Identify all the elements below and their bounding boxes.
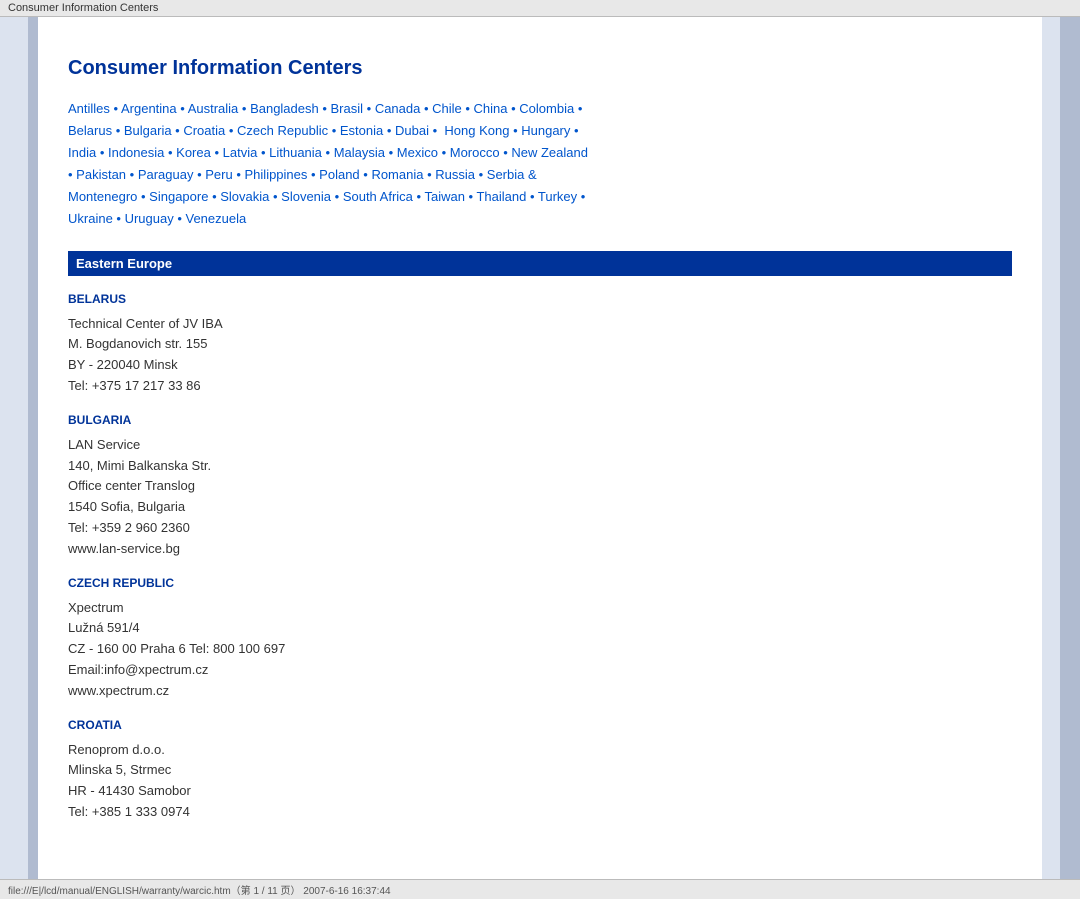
link-ukraine[interactable]: Ukraine: [68, 211, 113, 226]
link-croatia[interactable]: Croatia: [183, 123, 225, 138]
link-argentina[interactable]: Argentina: [121, 101, 177, 116]
link-estonia[interactable]: Estonia: [340, 123, 383, 138]
country-title-croatia: CROATIA: [68, 718, 1012, 732]
link-china[interactable]: China: [474, 101, 508, 116]
link-canada[interactable]: Canada: [375, 101, 421, 116]
link-chile[interactable]: Chile: [432, 101, 462, 116]
section-header: Eastern Europe: [68, 251, 1012, 276]
link-hong-kong[interactable]: Hong Kong: [444, 123, 509, 138]
link-india[interactable]: India: [68, 145, 96, 160]
right-sidebar-inner1: [1042, 17, 1060, 879]
link-morocco[interactable]: Morocco: [450, 145, 500, 160]
link-uruguay[interactable]: Uruguay: [125, 211, 174, 226]
link-singapore[interactable]: Singapore: [149, 189, 208, 204]
page-title: Consumer Information Centers: [68, 57, 1012, 80]
link-dubai[interactable]: Dubai: [395, 123, 429, 138]
link-mexico[interactable]: Mexico: [397, 145, 438, 160]
link-pakistan[interactable]: Pakistan: [76, 167, 126, 182]
title-bar-text: Consumer Information Centers: [8, 2, 158, 14]
link-bangladesh[interactable]: Bangladesh: [250, 101, 319, 116]
link-paraguay[interactable]: Paraguay: [138, 167, 194, 182]
country-info-belarus: Technical Center of JV IBA M. Bogdanovic…: [68, 314, 1012, 397]
link-czech-republic[interactable]: Czech Republic: [237, 123, 328, 138]
links-section: Antilles • Argentina • Australia • Bangl…: [68, 98, 1012, 231]
link-russia[interactable]: Russia: [435, 167, 475, 182]
country-title-belarus: BELARUS: [68, 292, 1012, 306]
link-latvia[interactable]: Latvia: [223, 145, 258, 160]
link-lithuania[interactable]: Lithuania: [269, 145, 322, 160]
link-venezuela[interactable]: Venezuela: [186, 211, 247, 226]
status-bar: file:///E|/lcd/manual/ENGLISH/warranty/w…: [0, 879, 1080, 899]
link-indonesia[interactable]: Indonesia: [108, 145, 164, 160]
status-bar-text: file:///E|/lcd/manual/ENGLISH/warranty/w…: [8, 886, 391, 897]
link-antilles[interactable]: Antilles: [68, 101, 110, 116]
link-bulgaria[interactable]: Bulgaria: [124, 123, 172, 138]
link-south-africa[interactable]: South Africa: [343, 189, 413, 204]
link-hungary[interactable]: Hungary: [521, 123, 570, 138]
country-title-czech-republic: CZECH REPUBLIC: [68, 576, 1012, 590]
link-australia[interactable]: Australia: [188, 101, 239, 116]
countries-container: BELARUS Technical Center of JV IBA M. Bog…: [68, 292, 1012, 823]
link-philippines[interactable]: Philippines: [245, 167, 308, 182]
link-romania[interactable]: Romania: [371, 167, 423, 182]
link-turkey[interactable]: Turkey: [538, 189, 577, 204]
link-taiwan[interactable]: Taiwan: [424, 189, 464, 204]
link-thailand[interactable]: Thailand: [476, 189, 526, 204]
right-sidebar: [1042, 17, 1080, 879]
link-belarus[interactable]: Belarus: [68, 123, 112, 138]
title-bar: Consumer Information Centers: [0, 0, 1080, 17]
link-colombia[interactable]: Colombia: [519, 101, 574, 116]
link-malaysia[interactable]: Malaysia: [334, 145, 385, 160]
link-korea[interactable]: Korea: [176, 145, 211, 160]
link-slovakia[interactable]: Slovakia: [220, 189, 269, 204]
link-brasil[interactable]: Brasil: [331, 101, 364, 116]
main-content: Consumer Information Centers Antilles • …: [38, 17, 1042, 879]
country-info-bulgaria: LAN Service 140, Mimi Balkanska Str. Off…: [68, 435, 1012, 560]
country-info-czech-republic: Xpectrum Lužná 591/4 CZ - 160 00 Praha 6…: [68, 598, 1012, 702]
right-sidebar-inner2: [1060, 17, 1080, 879]
link-poland[interactable]: Poland: [319, 167, 359, 182]
link-slovenia[interactable]: Slovenia: [281, 189, 331, 204]
country-info-croatia: Renoprom d.o.o. Mlinska 5, Strmec HR - 4…: [68, 740, 1012, 823]
link-new-zealand[interactable]: New Zealand: [511, 145, 588, 160]
left-sidebar-inner: [0, 17, 28, 879]
links-text: Antilles • Argentina • Australia • Bangl…: [68, 101, 588, 226]
country-title-bulgaria: BULGARIA: [68, 413, 1012, 427]
link-peru[interactable]: Peru: [205, 167, 232, 182]
left-sidebar: [0, 17, 38, 879]
